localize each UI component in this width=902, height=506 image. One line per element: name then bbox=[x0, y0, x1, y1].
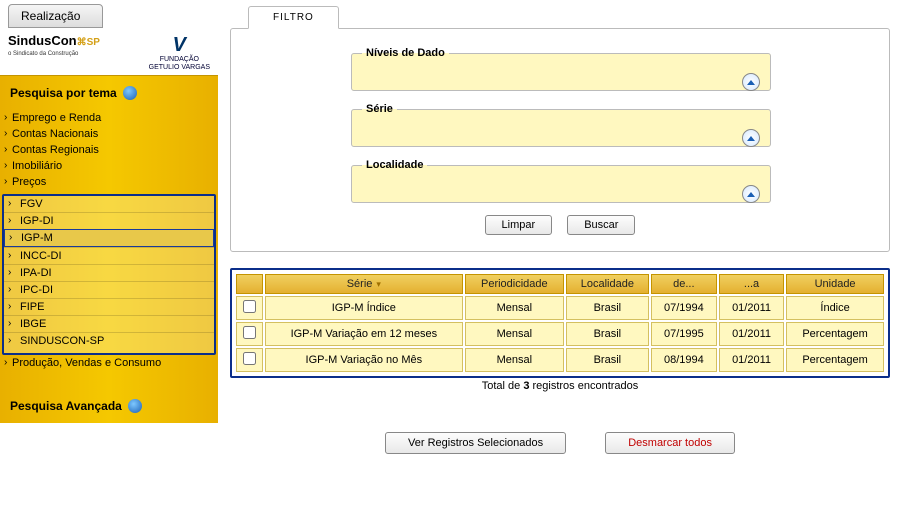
table-row: IGP-M Variação no MêsMensalBrasil08/1994… bbox=[236, 348, 884, 372]
cell-period: Mensal bbox=[465, 296, 564, 320]
legend-localidade: Localidade bbox=[362, 159, 427, 171]
nav-subitem[interactable]: IPA-DI bbox=[4, 264, 214, 281]
filter-panel: Níveis de Dado Série Localidade Limpar B… bbox=[230, 28, 890, 252]
limpar-button[interactable]: Limpar bbox=[485, 215, 553, 235]
nav-subitem[interactable]: SINDUSCON-SP bbox=[4, 332, 214, 349]
col-periodicidade[interactable]: Periodicidade bbox=[465, 274, 564, 294]
cell-unidade: Percentagem bbox=[786, 322, 884, 346]
nav-item[interactable]: Imobiliário bbox=[0, 158, 218, 174]
cell-period: Mensal bbox=[465, 348, 564, 372]
cell-period: Mensal bbox=[465, 322, 564, 346]
cell-de: 07/1994 bbox=[651, 296, 717, 320]
nav-item[interactable]: Contas Regionais bbox=[0, 142, 218, 158]
nav-subitem-selected[interactable]: IGP-M bbox=[4, 229, 214, 247]
nav-subgroup-precos: FGV IGP-DI IGP-M INCC-DI IPA-DI IPC-DI F… bbox=[2, 194, 216, 355]
nav-subitem[interactable]: IGP-DI bbox=[4, 212, 214, 229]
globe-icon bbox=[123, 86, 137, 100]
cell-serie: IGP-M Variação em 12 meses bbox=[265, 322, 463, 346]
col-localidade[interactable]: Localidade bbox=[566, 274, 649, 294]
desmarcar-todos-button[interactable]: Desmarcar todos bbox=[605, 432, 735, 454]
dropdown-localidade-icon[interactable] bbox=[742, 185, 760, 203]
nav-list-main: Emprego e Renda Contas Nacionais Contas … bbox=[0, 110, 218, 194]
cell-loc: Brasil bbox=[566, 322, 649, 346]
nav-item[interactable]: Emprego e Renda bbox=[0, 110, 218, 126]
row-checkbox[interactable] bbox=[243, 326, 256, 339]
nav-subitem[interactable]: FIPE bbox=[4, 298, 214, 315]
ver-registros-button[interactable]: Ver Registros Selecionados bbox=[385, 432, 566, 454]
nav-item[interactable]: Preços bbox=[0, 174, 218, 190]
tab-filtro[interactable]: FILTRO bbox=[248, 6, 339, 29]
cell-de: 07/1995 bbox=[651, 322, 717, 346]
fieldset-localidade: Localidade bbox=[351, 159, 771, 203]
realizacao-tab[interactable]: Realização bbox=[8, 4, 103, 28]
cell-a: 01/2011 bbox=[719, 322, 784, 346]
cell-loc: Brasil bbox=[566, 348, 649, 372]
fieldset-serie: Série bbox=[351, 103, 771, 147]
col-a[interactable]: ...a bbox=[719, 274, 784, 294]
dropdown-niveis-icon[interactable] bbox=[742, 73, 760, 91]
sidebar: Realização SindusCon⌘SP o Sindicato da C… bbox=[0, 0, 218, 506]
legend-niveis: Níveis de Dado bbox=[362, 47, 449, 59]
buscar-button[interactable]: Buscar bbox=[567, 215, 635, 235]
cell-unidade: Percentagem bbox=[786, 348, 884, 372]
col-de[interactable]: de... bbox=[651, 274, 717, 294]
cell-unidade: Índice bbox=[786, 296, 884, 320]
cell-serie: IGP-M Índice bbox=[265, 296, 463, 320]
logo-area: SindusCon⌘SP o Sindicato da Construção V… bbox=[0, 28, 218, 75]
row-checkbox[interactable] bbox=[243, 352, 256, 365]
col-serie[interactable]: Série▾ bbox=[265, 274, 463, 294]
cell-de: 08/1994 bbox=[651, 348, 717, 372]
nav-subitem[interactable]: INCC-DI bbox=[4, 247, 214, 264]
cell-loc: Brasil bbox=[566, 296, 649, 320]
nav-subitem[interactable]: IPC-DI bbox=[4, 281, 214, 298]
nav-item[interactable]: Contas Nacionais bbox=[0, 126, 218, 142]
dropdown-serie-icon[interactable] bbox=[742, 129, 760, 147]
col-unidade[interactable]: Unidade bbox=[786, 274, 884, 294]
results-table: Série▾ Periodicidade Localidade de... ..… bbox=[234, 272, 886, 374]
globe-icon bbox=[128, 399, 142, 413]
results-table-wrap: Série▾ Periodicidade Localidade de... ..… bbox=[230, 268, 890, 378]
nav-subitem[interactable]: IBGE bbox=[4, 315, 214, 332]
cell-a: 01/2011 bbox=[719, 348, 784, 372]
sort-icon: ▾ bbox=[376, 279, 381, 289]
table-row: IGP-M ÍndiceMensalBrasil07/199401/2011Ín… bbox=[236, 296, 884, 320]
pesquisa-tema-header[interactable]: Pesquisa por tema bbox=[0, 76, 218, 110]
fgv-logo: V FUNDAÇÃO GETULIO VARGAS bbox=[149, 34, 210, 71]
legend-serie: Série bbox=[362, 103, 397, 115]
nav-subitem[interactable]: FGV bbox=[4, 196, 214, 212]
nav-section: Pesquisa por tema Emprego e Renda Contas… bbox=[0, 75, 218, 423]
total-line: Total de 3 registros encontrados bbox=[230, 380, 890, 392]
col-check bbox=[236, 274, 263, 294]
pesquisa-avancada-header[interactable]: Pesquisa Avançada bbox=[0, 389, 218, 423]
cell-serie: IGP-M Variação no Mês bbox=[265, 348, 463, 372]
table-row: IGP-M Variação em 12 mesesMensalBrasil07… bbox=[236, 322, 884, 346]
cell-a: 01/2011 bbox=[719, 296, 784, 320]
main-panel: FILTRO Níveis de Dado Série Localidade L… bbox=[218, 0, 902, 506]
nav-item[interactable]: Produção, Vendas e Consumo bbox=[0, 355, 218, 371]
row-checkbox[interactable] bbox=[243, 300, 256, 313]
fieldset-niveis: Níveis de Dado bbox=[351, 47, 771, 91]
sinduscon-logo: SindusCon⌘SP o Sindicato da Construção bbox=[8, 34, 100, 58]
